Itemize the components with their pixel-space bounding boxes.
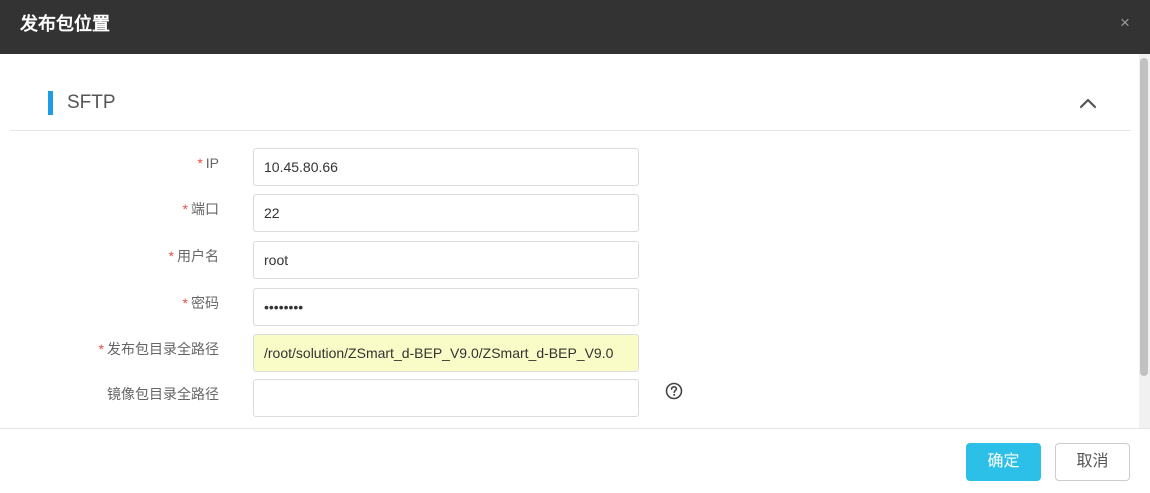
form-row-ip: * IP (0, 148, 1140, 188)
field-label-username: * 用户名 (168, 248, 219, 264)
field-label-password: * 密码 (182, 295, 219, 311)
dialog-header: 发布包位置 × (0, 0, 1150, 54)
required-mark: * (182, 295, 188, 311)
section-accent-bar (48, 91, 53, 115)
image-path-input[interactable] (253, 379, 639, 417)
scrollbar-thumb[interactable] (1140, 58, 1148, 376)
close-icon[interactable]: × (1118, 14, 1132, 32)
package-path-input[interactable] (253, 334, 639, 372)
question-circle-icon[interactable] (665, 382, 683, 400)
field-label-package-path: * 发布包目录全路径 (98, 341, 219, 357)
confirm-button[interactable]: 确定 (966, 443, 1041, 481)
section-title: SFTP (67, 92, 116, 113)
field-label-port: * 端口 (182, 201, 219, 217)
password-input[interactable] (253, 288, 639, 326)
port-input[interactable] (253, 194, 639, 232)
form-row-image-path: 镜像包目录全路径 (0, 379, 1140, 419)
sftp-section-header: SFTP (10, 80, 1131, 131)
field-label-image-path: 镜像包目录全路径 (107, 386, 219, 402)
required-mark: * (182, 201, 188, 217)
form-row-password: * 密码 (0, 288, 1140, 328)
vertical-scrollbar[interactable] (1139, 54, 1150, 428)
form-row-package-path: * 发布包目录全路径 (0, 334, 1140, 374)
form-row-username: * 用户名 (0, 241, 1140, 281)
dialog-footer: 确定 取消 (0, 428, 1150, 493)
dialog-title: 发布包位置 (20, 14, 110, 34)
field-label-ip: * IP (197, 155, 219, 171)
chevron-up-icon[interactable] (1078, 95, 1098, 111)
username-input[interactable] (253, 241, 639, 279)
required-mark: * (168, 248, 174, 264)
publish-package-location-dialog: 发布包位置 × SFTP *IP *端口 *用户名 (0, 0, 1150, 493)
dialog-body: SFTP *IP *端口 *用户名 *密码 (0, 54, 1150, 428)
required-mark: * (98, 341, 104, 357)
required-mark: * (197, 155, 203, 171)
ip-input[interactable] (253, 148, 639, 186)
cancel-button[interactable]: 取消 (1055, 443, 1130, 481)
form-row-port: * 端口 (0, 194, 1140, 234)
